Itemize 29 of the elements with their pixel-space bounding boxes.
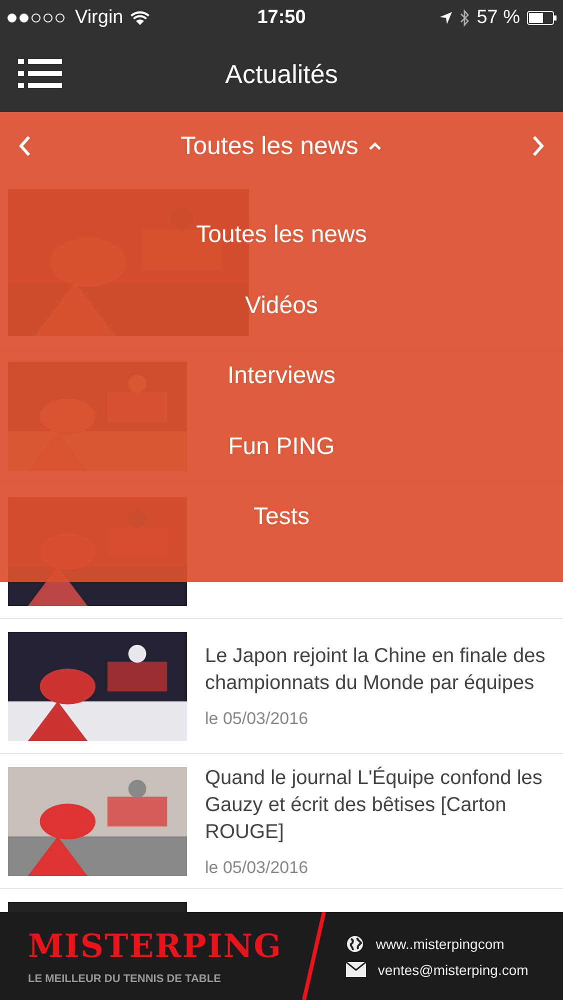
carrier-name: Virgin	[75, 7, 124, 29]
email-link[interactable]: ventes@misterping.com	[378, 962, 528, 978]
article-title: Le Japon rejoint la Chine en finale des championnats du Monde par équipes	[205, 644, 546, 696]
menu-icon[interactable]	[18, 58, 62, 90]
globe-icon	[346, 934, 364, 952]
previous-chevron-icon[interactable]	[18, 135, 32, 157]
category-option[interactable]: Fun PING	[218, 412, 345, 482]
battery-icon	[527, 11, 557, 25]
category-option[interactable]: Tests	[243, 482, 320, 552]
battery-percent: 57 %	[476, 7, 520, 29]
category-selector[interactable]: Toutes les news	[174, 130, 388, 162]
article-title: Quand le journal L'Équipe confond les Gauzy et écrit des bêtises [Carton ROUGE]	[205, 766, 544, 844]
article-row[interactable]: Le Japon rejoint la Chine en finale des championnats du Monde par équipes le 05/03/2016	[0, 619, 563, 754]
category-option[interactable]: Interviews	[217, 341, 346, 412]
location-arrow-icon	[438, 11, 453, 25]
category-option[interactable]: Vidéos	[235, 270, 328, 341]
website-link[interactable]: www..misterpingcom	[376, 936, 504, 952]
page-title: Actualités	[225, 58, 338, 90]
brand-tagline: LE MEILLEUR DU TENNIS DE TABLE	[28, 973, 222, 985]
clock-time: 17:50	[257, 7, 306, 29]
bluetooth-icon	[460, 9, 470, 27]
article-date: le 05/03/2016	[205, 709, 310, 729]
next-chevron-icon[interactable]	[531, 135, 545, 157]
article-date: le 05/03/2016	[205, 858, 310, 878]
category-option[interactable]: Toutes les news	[186, 200, 377, 270]
brand-logo: MISTERPING	[28, 927, 282, 965]
wifi-icon	[130, 10, 150, 26]
envelope-icon	[346, 962, 366, 977]
article-row[interactable]: Quand le journal L'Équipe confond les Gauzy et écrit des bêtises [Carton ROUGE] le 05/03/2016	[0, 754, 563, 889]
